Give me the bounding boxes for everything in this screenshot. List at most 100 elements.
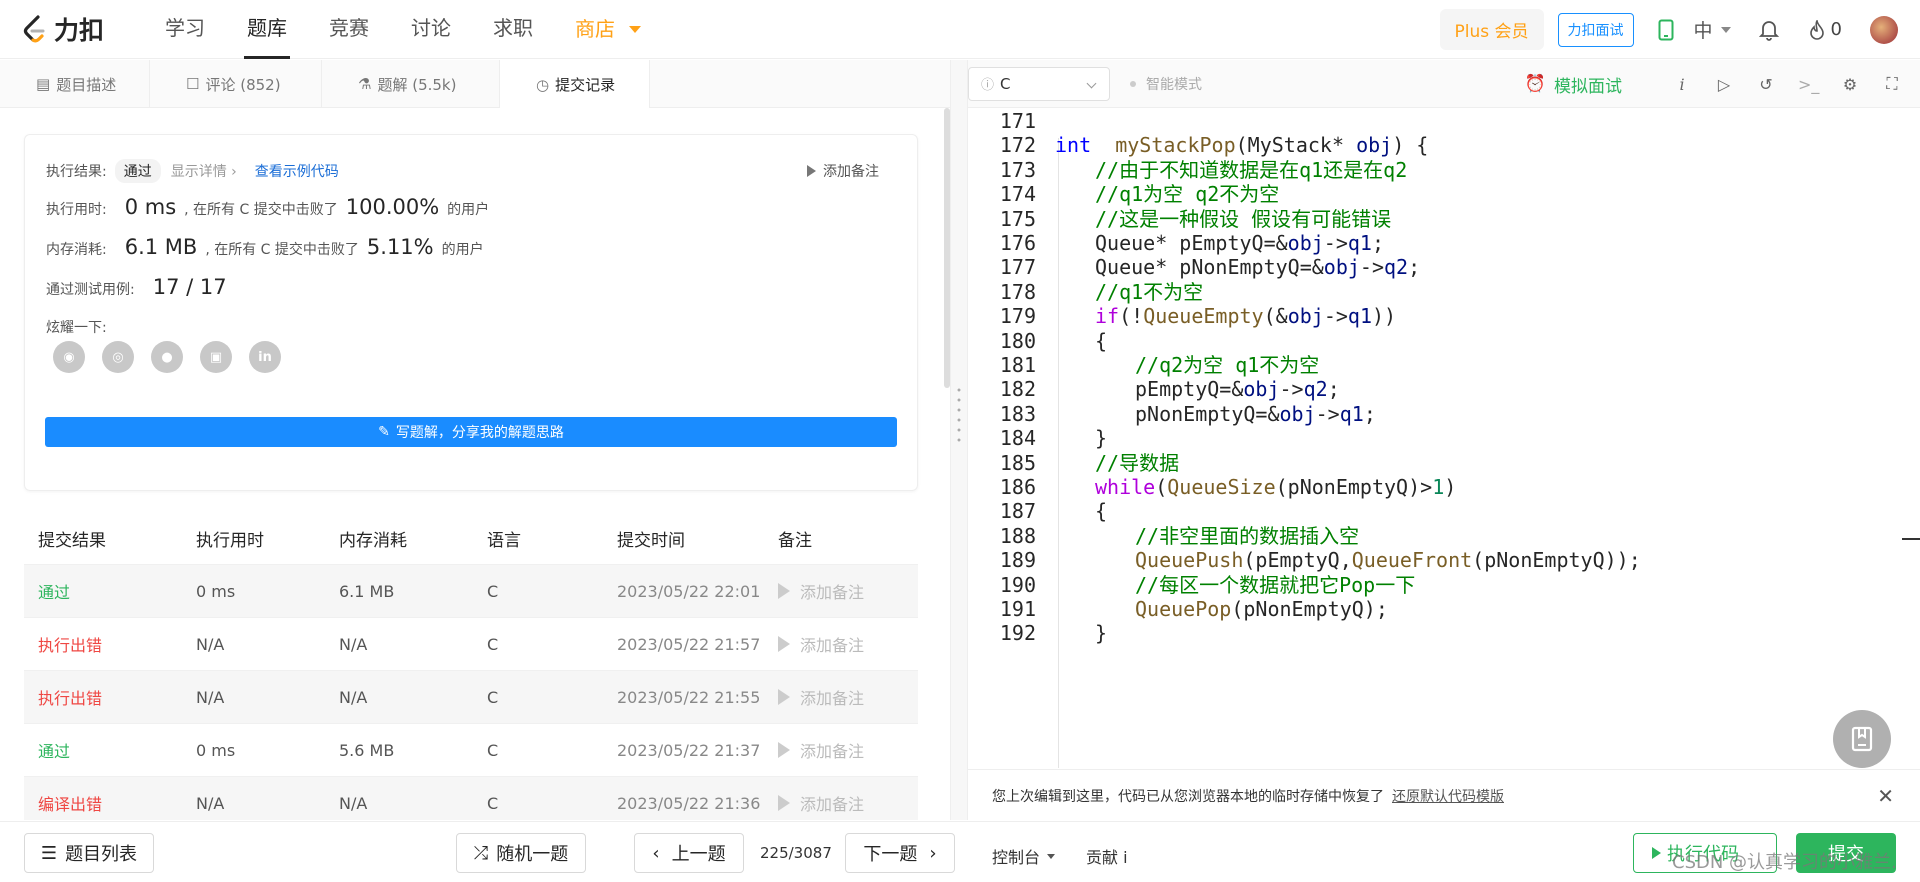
row-status[interactable]: 执行出错 bbox=[24, 632, 196, 656]
row-date: 2023/05/22 21:57 bbox=[617, 634, 761, 654]
table-row[interactable]: 执行出错 N/A N/A C 2023/05/22 21:57 添加备注 bbox=[24, 618, 918, 671]
tab-solutions[interactable]: ⚗ 题解 (5.5k) bbox=[322, 60, 500, 108]
code-token: } bbox=[1095, 426, 1108, 451]
code-token: pNonEmptyQ=& bbox=[1135, 401, 1280, 426]
language-label: 中 bbox=[1693, 20, 1713, 42]
phone-icon[interactable] bbox=[1658, 19, 1674, 41]
show-details-link[interactable]: 显示详情 › bbox=[171, 161, 237, 181]
avatar[interactable] bbox=[1870, 15, 1898, 44]
nav-learn[interactable]: 学习 bbox=[144, 0, 226, 59]
code-token: pEmptyQ=& bbox=[1135, 377, 1244, 402]
row-note-label: 添加备注 bbox=[800, 636, 865, 655]
col-time: 提交时间 bbox=[617, 530, 685, 551]
add-note-button[interactable]: 添加备注 bbox=[807, 161, 879, 181]
qq-icon[interactable]: ● bbox=[151, 341, 183, 373]
runtime-label: 执行用时: bbox=[46, 202, 107, 218]
chevron-down-icon bbox=[1086, 78, 1097, 88]
row-status[interactable]: 通过 bbox=[24, 738, 196, 762]
restore-message: 您上次编辑到这里，代码已从您浏览器本地的临时存储中恢复了 bbox=[992, 788, 1384, 805]
random-label: 随机一题 bbox=[496, 844, 569, 865]
code-editor[interactable]: 171 172 int myStackPop(MyStack* obj) {173/… bbox=[968, 108, 1920, 769]
table-row[interactable]: 通过 0 ms 5.6 MB C 2023/05/22 21:37 添加备注 bbox=[24, 724, 918, 777]
drag-handle-icon[interactable] bbox=[957, 385, 961, 445]
language-switcher[interactable]: 中 bbox=[1694, 16, 1731, 43]
table-row[interactable]: 编译出错 N/A N/A C 2023/05/22 21:36 添加备注 bbox=[24, 777, 918, 820]
close-icon[interactable]: ✕ bbox=[1877, 784, 1894, 808]
code-token: while bbox=[1095, 475, 1156, 499]
flag-icon bbox=[778, 583, 790, 599]
nav-store[interactable]: 商店 bbox=[554, 0, 662, 59]
row-status[interactable]: 执行出错 bbox=[24, 685, 196, 709]
runtime-value: 0 ms bbox=[124, 195, 177, 219]
prev-problem-button[interactable]: ‹ 上一题 bbox=[634, 833, 744, 873]
view-example-code-link[interactable]: 查看示例代码 bbox=[255, 161, 339, 181]
row-add-note[interactable]: 添加备注 bbox=[778, 738, 918, 762]
random-problem-button[interactable]: ⤮ 随机一题 bbox=[456, 833, 586, 873]
row-runtime: N/A bbox=[196, 793, 225, 813]
code-token: q1 bbox=[1347, 231, 1372, 255]
table-row[interactable]: 执行出错 N/A N/A C 2023/05/22 21:55 添加备注 bbox=[24, 671, 918, 724]
nav-discuss[interactable]: 讨论 bbox=[390, 0, 472, 59]
code-token: ) bbox=[1444, 475, 1457, 499]
code-token: ) { bbox=[1392, 133, 1429, 158]
mock-interview-link[interactable]: ⏰ 模拟面试 bbox=[1525, 72, 1622, 97]
problem-list-button[interactable]: ☰ 题目列表 bbox=[24, 833, 154, 873]
write-solution-button[interactable]: ✎ 写题解，分享我的解题思路 bbox=[45, 417, 897, 447]
row-memory: N/A bbox=[339, 634, 368, 654]
linkedin-icon[interactable]: in bbox=[249, 341, 281, 373]
code-token: obj bbox=[1356, 133, 1393, 158]
row-status[interactable]: 通过 bbox=[24, 579, 196, 603]
leetcode-logo[interactable]: 力扣 bbox=[22, 11, 122, 47]
row-add-note[interactable]: 添加备注 bbox=[778, 632, 918, 656]
nav-contest[interactable]: 竞赛 bbox=[308, 0, 390, 59]
points-counter[interactable]: 0 bbox=[1809, 19, 1842, 40]
restore-default-link[interactable]: 还原默认代码模版 bbox=[1392, 786, 1504, 806]
notes-button[interactable] bbox=[1833, 710, 1891, 768]
row-add-note[interactable]: 添加备注 bbox=[778, 579, 918, 603]
code-token: q2 bbox=[1384, 255, 1409, 280]
contribute-button[interactable]: 贡献 i bbox=[1086, 844, 1128, 868]
bell-icon[interactable] bbox=[1758, 19, 1779, 41]
info-icon[interactable]: i bbox=[1672, 75, 1692, 94]
code-text: } bbox=[1095, 618, 1107, 648]
fullscreen-icon[interactable]: ⛶ bbox=[1882, 74, 1902, 94]
restore-notice: 您上次编辑到这里，代码已从您浏览器本地的临时存储中恢复了 还原默认代码模版 ✕ bbox=[968, 769, 1920, 821]
row-add-note[interactable]: 添加备注 bbox=[778, 791, 918, 815]
nav-jobs[interactable]: 求职 bbox=[472, 0, 554, 59]
tab-description[interactable]: ▤ 题目描述 bbox=[0, 60, 150, 108]
language-select[interactable]: ⓘ C bbox=[968, 66, 1110, 101]
douban-icon[interactable]: ▣ bbox=[200, 341, 232, 373]
play-icon[interactable]: ▷ bbox=[1714, 75, 1734, 94]
code-token: -> bbox=[1323, 231, 1348, 255]
mock-interview-button[interactable]: 力扣面试 bbox=[1557, 12, 1634, 47]
share-buttons: ◉ ◎ ● ▣ in bbox=[53, 341, 298, 373]
row-add-note[interactable]: 添加备注 bbox=[778, 685, 918, 709]
console-toggle[interactable]: 控制台 bbox=[992, 844, 1056, 868]
row-status[interactable]: 编译出错 bbox=[24, 791, 196, 815]
code-token: obj bbox=[1323, 255, 1360, 280]
tab-submissions-label: 提交记录 bbox=[555, 76, 616, 94]
status-dot-icon bbox=[1130, 80, 1136, 87]
language-value: C bbox=[1000, 74, 1011, 93]
add-note-label: 添加备注 bbox=[823, 164, 879, 180]
tab-submissions[interactable]: ◷ 提交记录 bbox=[500, 60, 650, 109]
plus-member-button[interactable]: Plus 会员 bbox=[1439, 9, 1544, 50]
reset-icon[interactable]: ↺ bbox=[1756, 75, 1776, 94]
tab-comments[interactable]: ☐ 评论 (852) bbox=[150, 60, 322, 108]
table-row[interactable]: 通过 0 ms 6.1 MB C 2023/05/22 22:01 添加备注 bbox=[24, 565, 918, 618]
submission-result-card: 执行结果: 通过 显示详情 › 查看示例代码 添加备注 执行用时: 0 ms ,… bbox=[24, 134, 918, 491]
wechat-icon[interactable]: ◉ bbox=[53, 341, 85, 373]
write-solution-label: 写题解，分享我的解题思路 bbox=[395, 425, 564, 441]
code-line[interactable]: 192} bbox=[968, 618, 1908, 648]
code-token: QueuePush bbox=[1135, 548, 1244, 573]
next-problem-button[interactable]: 下一题 › bbox=[845, 833, 955, 873]
settings-icon[interactable]: ⚙ bbox=[1840, 75, 1860, 94]
comment-icon: ☐ bbox=[186, 75, 200, 93]
smart-mode-toggle[interactable]: 智能模式 bbox=[1130, 74, 1202, 94]
weibo-icon[interactable]: ◎ bbox=[102, 341, 134, 373]
nav-problems[interactable]: 题库 bbox=[226, 0, 308, 59]
code-token: if bbox=[1095, 304, 1120, 329]
terminal-icon[interactable]: >_ bbox=[1798, 75, 1819, 94]
code-token: int bbox=[1055, 133, 1092, 158]
memory-users: 的用户 bbox=[441, 242, 484, 258]
